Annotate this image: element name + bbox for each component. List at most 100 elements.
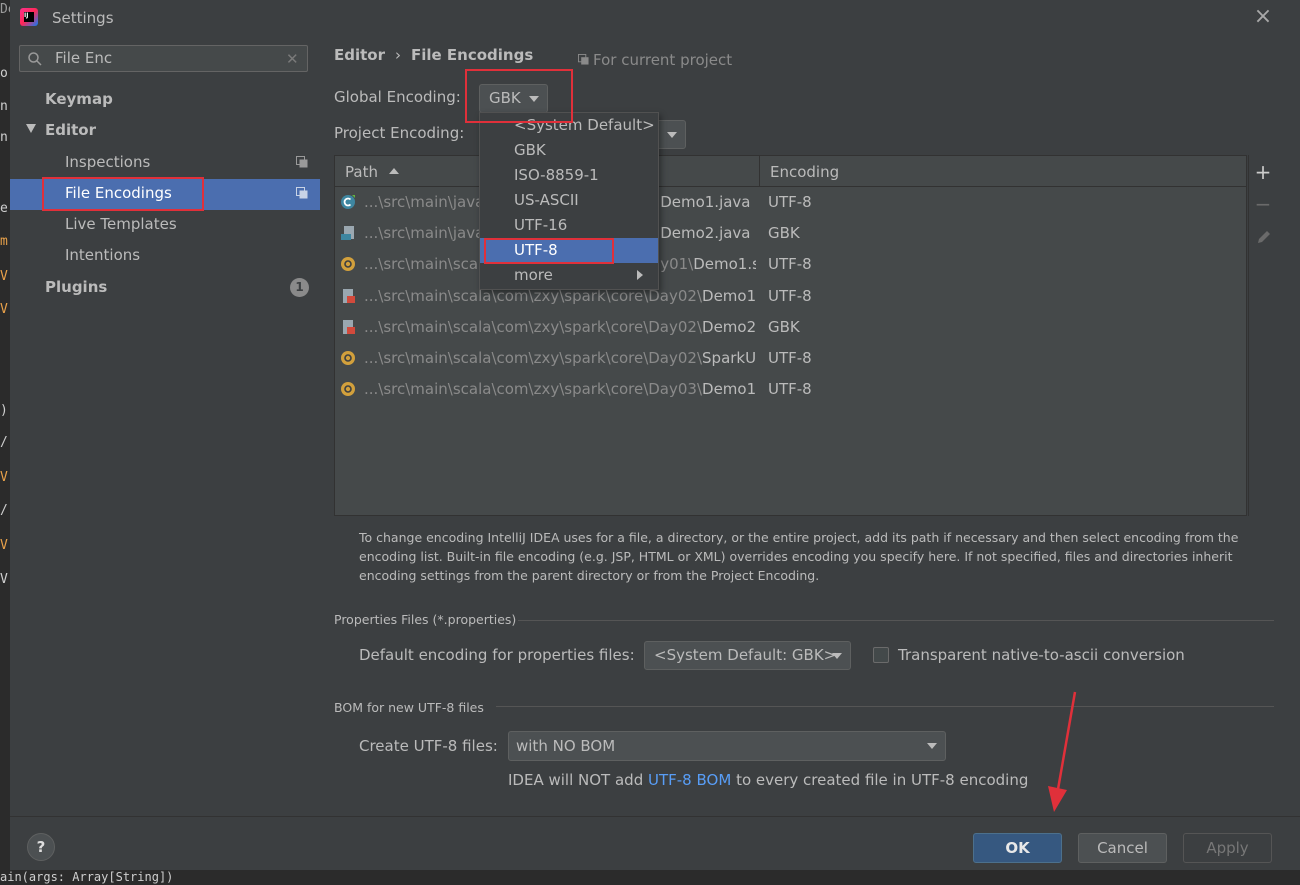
sort-ascending-icon xyxy=(388,168,399,174)
intellij-logo-icon: IJ xyxy=(20,8,38,26)
table-row[interactable]: ...\src\main\java aDemo1.java UTF-8 xyxy=(336,187,1245,218)
title-bar xyxy=(10,0,1300,36)
help-button[interactable]: ? xyxy=(27,833,55,861)
scala-object-icon xyxy=(341,351,355,365)
background-glyph: V xyxy=(0,470,8,485)
row-encoding[interactable]: UTF-8 xyxy=(768,187,812,218)
submenu-arrow-icon xyxy=(637,270,643,280)
bom-combo[interactable]: with NO BOM xyxy=(508,731,946,761)
table-row[interactable]: ...\src\main\scala\com\zxy\spark\core\Da… xyxy=(336,281,1245,312)
remove-icon[interactable]: − xyxy=(1253,192,1273,216)
column-header-encoding[interactable]: Encoding xyxy=(770,163,839,181)
table-row[interactable]: ...\src\main\scala\com\zxy\spark\core\Da… xyxy=(336,374,1245,405)
sidebar-item-intentions[interactable]: Intentions xyxy=(65,240,140,270)
background-glyph: ) xyxy=(0,403,8,418)
background-glyph: V xyxy=(0,538,8,553)
row-encoding[interactable]: GBK xyxy=(768,312,800,343)
breadcrumb-separator: › xyxy=(395,46,401,64)
close-icon[interactable]: × xyxy=(1252,6,1274,28)
row-encoding[interactable]: GBK xyxy=(768,218,800,249)
clear-search-icon[interactable]: ✕ xyxy=(286,50,299,68)
background-glyph: o xyxy=(0,66,8,81)
chevron-down-icon xyxy=(927,743,937,749)
row-encoding[interactable]: UTF-8 xyxy=(768,249,812,280)
row-encoding[interactable]: UTF-8 xyxy=(768,374,812,405)
properties-encoding-combo[interactable]: <System Default: GBK> xyxy=(644,641,851,670)
apply-button[interactable]: Apply xyxy=(1183,833,1272,863)
table-row[interactable]: ...\src\main\java aDemo2.java GBK xyxy=(336,218,1245,249)
sidebar-item-editor[interactable]: Editor xyxy=(45,115,96,145)
bom-note-prefix: IDEA will NOT add xyxy=(508,771,644,789)
add-icon[interactable]: + xyxy=(1253,160,1273,184)
sidebar-item-inspections[interactable]: Inspections xyxy=(65,147,150,177)
section-divider xyxy=(518,620,1274,621)
search-icon xyxy=(28,52,42,66)
annotation-box-global-encoding xyxy=(465,69,573,123)
for-current-project-text: For current project xyxy=(593,51,733,69)
cancel-button[interactable]: Cancel xyxy=(1078,833,1167,863)
row-path: ...\src\main\scala\com\zxy\spark\core\Da… xyxy=(364,343,756,374)
row-path-file: Demo1.sc xyxy=(702,380,756,399)
annotation-arrow-icon xyxy=(1048,691,1077,812)
sidebar-item-live-templates[interactable]: Live Templates xyxy=(65,209,177,239)
row-encoding[interactable]: UTF-8 xyxy=(768,281,812,312)
settings-sidebar xyxy=(10,36,320,816)
option-utf-16[interactable]: UTF-16 xyxy=(480,213,658,238)
project-scope-icon xyxy=(296,187,308,199)
background-glyph: V xyxy=(0,572,8,587)
background-glyph: / xyxy=(0,435,8,450)
ok-button[interactable]: OK xyxy=(973,833,1062,863)
option-iso-8859-1[interactable]: ISO-8859-1 xyxy=(480,163,658,188)
row-path-dir: ...\src\main\scala\com\zxy\spark\core\Da… xyxy=(364,349,703,367)
scala-file-icon xyxy=(343,288,355,303)
table-row[interactable]: ...\src\main\scala\com\zxy\spark\core\Da… xyxy=(336,343,1245,374)
table-row[interactable]: ...\src\main\scalaay01\Demo1.scUTF-8 xyxy=(336,249,1245,280)
background-editor-line: ain(args: Array[String]) xyxy=(0,870,1300,885)
for-current-project-label: For current project xyxy=(578,51,732,69)
row-path-file: Demo1.sc xyxy=(693,255,756,274)
chevron-down-icon xyxy=(667,131,677,138)
row-path-dir: ...\src\main\scala\com\zxy\spark\core\Da… xyxy=(364,317,703,336)
row-path-dir: ...\src\main\java xyxy=(364,224,480,243)
row-path: ...\src\main\scala\com\zxy\spark\core\Da… xyxy=(364,312,756,343)
global-encoding-label: Global Encoding: xyxy=(334,88,461,106)
row-encoding[interactable]: UTF-8 xyxy=(768,343,812,374)
option-more[interactable]: more xyxy=(480,263,658,288)
sidebar-item-keymap[interactable]: Keymap xyxy=(45,84,113,114)
java-file-icon xyxy=(341,226,354,241)
background-glyph: V xyxy=(0,302,8,317)
breadcrumb-parent[interactable]: Editor xyxy=(334,46,385,64)
native-to-ascii-label[interactable]: Transparent native-to-ascii conversion xyxy=(898,646,1185,664)
row-path-file: aDemo1.java xyxy=(651,193,751,211)
project-scope-icon xyxy=(578,54,589,65)
table-row[interactable]: ...\src\main\scala\com\zxy\spark\core\Da… xyxy=(336,312,1245,343)
option-gbk[interactable]: GBK xyxy=(480,138,658,163)
search-input[interactable] xyxy=(55,49,275,67)
window-title: Settings xyxy=(52,9,114,27)
row-path-file: SparkUtil xyxy=(702,349,756,367)
column-header-path[interactable]: Path xyxy=(345,163,399,181)
native-to-ascii-checkbox[interactable] xyxy=(873,647,889,663)
background-glyph: V xyxy=(0,269,8,284)
row-path: ...\src\main\scala\com\zxy\spark\core\Da… xyxy=(364,374,756,405)
edit-pencil-icon[interactable] xyxy=(1256,229,1272,245)
chevron-down-icon xyxy=(832,652,842,659)
scala-object-icon xyxy=(341,382,355,397)
properties-encoding-label: Default encoding for properties files: xyxy=(359,646,635,664)
scala-object-icon xyxy=(341,257,355,272)
properties-encoding-value: <System Default: GBK> xyxy=(654,646,837,664)
scala-file-icon xyxy=(343,319,355,334)
sidebar-item-plugins[interactable]: Plugins xyxy=(45,272,107,302)
project-encoding-label: Project Encoding: xyxy=(334,124,465,142)
expand-triangle-icon[interactable] xyxy=(26,124,36,133)
row-path-file: aDemo2.java xyxy=(651,224,751,243)
bom-section-title: BOM for new UTF-8 files xyxy=(334,700,484,715)
annotation-box-file-encodings xyxy=(42,177,204,211)
option-us-ascii[interactable]: US-ASCII xyxy=(480,188,658,213)
column-divider xyxy=(759,156,760,186)
row-path-file: Demo2.sc xyxy=(702,317,756,336)
properties-section-title: Properties Files (*.properties) xyxy=(334,612,517,627)
bom-link[interactable]: UTF-8 BOM xyxy=(648,771,731,789)
row-path-dir: ...\src\main\scala xyxy=(364,255,480,274)
annotation-box-utf8 xyxy=(484,238,614,264)
